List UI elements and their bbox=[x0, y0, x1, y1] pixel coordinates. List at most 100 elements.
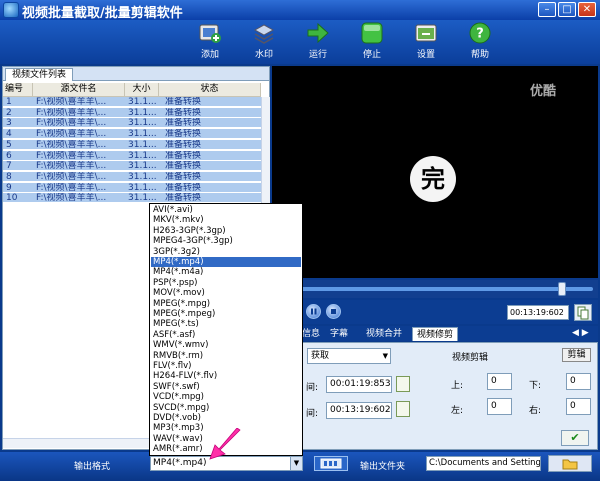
format-option[interactable]: MPEG(*.ts) bbox=[151, 319, 301, 329]
format-option[interactable]: MPEG4-3GP(*.3gp) bbox=[151, 236, 301, 246]
chevron-down-icon[interactable]: ▼ bbox=[290, 457, 302, 470]
cell-status: 准备转换 bbox=[165, 193, 202, 204]
output-folder-field[interactable]: C:\Documents and Setting bbox=[426, 456, 541, 471]
format-option[interactable]: PSP(*.psp) bbox=[151, 278, 301, 288]
format-option[interactable]: FLV(*.flv) bbox=[151, 361, 301, 371]
format-option[interactable]: MP4(*.m4a) bbox=[151, 267, 301, 277]
column-header-size[interactable]: 大小 bbox=[125, 83, 159, 97]
table-row[interactable]: 9 F:\视频\喜羊羊\... 31.1... 准备转换 bbox=[3, 182, 261, 193]
cell-status: 准备转换 bbox=[165, 139, 202, 150]
format-option[interactable]: MKV(*.mkv) bbox=[151, 215, 301, 225]
window-title: 视频批量截取/批量剪辑软件 bbox=[22, 6, 183, 21]
crop-button[interactable]: 剪辑 bbox=[562, 348, 591, 362]
crop-bottom-field[interactable]: 0 bbox=[566, 373, 591, 390]
add-film-icon bbox=[198, 22, 222, 44]
format-option[interactable]: 3GP(*.3g2) bbox=[151, 247, 301, 257]
mode-select[interactable]: 获取 ▼ bbox=[307, 348, 391, 364]
crop-top-field[interactable]: 0 bbox=[487, 373, 512, 390]
tab-video-trim[interactable]: 视频修剪 bbox=[412, 327, 459, 341]
format-option[interactable]: ASF(*.asf) bbox=[151, 330, 301, 340]
cell-number: 9 bbox=[6, 182, 12, 193]
chevron-down-icon: ▼ bbox=[382, 352, 388, 360]
settings-button[interactable]: 设置 bbox=[404, 20, 448, 64]
start-time-field[interactable]: 00:01:19:853 bbox=[326, 376, 392, 393]
help-icon: ? bbox=[468, 22, 492, 44]
tab-subtitle[interactable]: 字幕 bbox=[326, 327, 352, 341]
format-option[interactable]: MPEG(*.mpeg) bbox=[151, 309, 301, 319]
crop-right-field[interactable]: 0 bbox=[566, 398, 591, 415]
table-row[interactable]: 8 F:\视频\喜羊羊\... 31.1... 准备转换 bbox=[3, 171, 261, 182]
svg-text:?: ? bbox=[476, 27, 484, 42]
format-option[interactable]: DVD(*.vob) bbox=[151, 413, 301, 423]
cell-number: 4 bbox=[6, 129, 12, 140]
tab-scroll-arrows[interactable]: ◀ ▶ bbox=[572, 328, 589, 338]
cell-size: 31.1... bbox=[128, 161, 157, 172]
copy-time-button[interactable] bbox=[574, 304, 592, 321]
set-end-icon[interactable] bbox=[396, 401, 410, 417]
cell-number: 6 bbox=[6, 150, 12, 161]
crop-bottom-label: 下: bbox=[529, 381, 542, 391]
tab-video-file-list[interactable]: 视频文件列表 bbox=[5, 68, 74, 81]
output-folder-label: 输出文件夹 bbox=[360, 462, 406, 472]
cell-size: 31.1... bbox=[128, 139, 157, 150]
restore-button[interactable]: □ bbox=[558, 2, 576, 17]
close-button[interactable]: ✕ bbox=[578, 2, 596, 17]
cell-size: 31.1... bbox=[128, 129, 157, 140]
minimize-button[interactable]: – bbox=[538, 2, 556, 17]
browse-folder-button[interactable] bbox=[548, 455, 592, 472]
stop-button[interactable]: 停止 bbox=[350, 20, 394, 64]
current-time-field[interactable]: 00:13:19:602 bbox=[507, 305, 569, 320]
stop-playback-button[interactable] bbox=[326, 304, 341, 319]
format-option[interactable]: WMV(*.wmv) bbox=[151, 340, 301, 350]
annotation-arrow-icon bbox=[209, 428, 241, 460]
format-option[interactable]: VCD(*.mpg) bbox=[151, 392, 301, 402]
format-option[interactable]: H264-FLV(*.flv) bbox=[151, 371, 301, 381]
format-option[interactable]: MPEG(*.mpg) bbox=[151, 299, 301, 309]
format-option[interactable]: MP4(*.mp4) bbox=[151, 257, 301, 268]
confirm-button[interactable]: ✔ bbox=[561, 430, 589, 446]
format-option[interactable]: AVI(*.avi) bbox=[151, 205, 301, 215]
format-dropdown-list[interactable]: AVI(*.avi) MKV(*.mkv) H263-3GP(*.3gp) MPEG4… bbox=[149, 203, 303, 456]
help-button[interactable]: ? 帮助 bbox=[458, 20, 502, 64]
format-option[interactable]: SWF(*.swf) bbox=[151, 382, 301, 392]
table-row[interactable]: 7 F:\视频\喜羊羊\... 31.1... 准备转换 bbox=[3, 161, 261, 172]
table-row[interactable]: 3 F:\视频\喜羊羊\... 31.1... 准备转换 bbox=[3, 118, 261, 129]
cell-number: 8 bbox=[6, 171, 12, 182]
table-row[interactable]: 5 F:\视频\喜羊羊\... 31.1... 准备转换 bbox=[3, 139, 261, 150]
cell-status: 准备转换 bbox=[165, 182, 202, 193]
table-row[interactable]: 1 F:\视频\喜羊羊\... 31.1... 准备转换 bbox=[3, 97, 261, 107]
crop-section-title: 视频剪辑 bbox=[452, 353, 489, 363]
format-option[interactable]: MOV(*.mov) bbox=[151, 288, 301, 298]
crop-left-field[interactable]: 0 bbox=[487, 398, 512, 415]
watermark-button[interactable]: 水印 bbox=[242, 20, 286, 64]
cell-status: 准备转换 bbox=[165, 171, 202, 182]
tab-video-merge[interactable]: 视频合并 bbox=[362, 327, 406, 341]
end-time-field[interactable]: 00:13:19:602 bbox=[326, 402, 392, 419]
add-button[interactable]: 添加 bbox=[188, 20, 232, 64]
format-option[interactable]: H263-3GP(*.3gp) bbox=[151, 226, 301, 236]
run-button[interactable]: 运行 bbox=[296, 20, 340, 64]
table-row[interactable]: 4 F:\视频\喜羊羊\... 31.1... 准备转换 bbox=[3, 129, 261, 140]
seek-bar-thumb[interactable] bbox=[557, 282, 566, 296]
cell-source-file: F:\视频\喜羊羊\... bbox=[36, 139, 107, 150]
format-option[interactable]: RMVB(*.rm) bbox=[151, 351, 301, 361]
column-header-source[interactable]: 源文件名 bbox=[33, 83, 125, 97]
format-option[interactable]: SVCD(*.mpg) bbox=[151, 403, 301, 413]
cell-status: 准备转换 bbox=[165, 107, 202, 118]
pause-icon bbox=[311, 308, 317, 315]
column-header-status[interactable]: 状态 bbox=[159, 83, 261, 97]
pause-button[interactable] bbox=[306, 304, 321, 319]
cell-number: 5 bbox=[6, 139, 12, 150]
seek-bar-track[interactable] bbox=[278, 287, 593, 291]
cell-source-file: F:\视频\喜羊羊\... bbox=[36, 107, 107, 118]
table-row[interactable]: 10 F:\视频\喜羊羊\... 31.1... 准备转换 bbox=[3, 193, 261, 204]
column-header-number[interactable]: 编号 bbox=[3, 83, 33, 97]
table-row[interactable]: 2 F:\视频\喜羊羊\... 31.1... 准备转换 bbox=[3, 107, 261, 118]
table-row[interactable]: 6 F:\视频\喜羊羊\... 31.1... 准备转换 bbox=[3, 150, 261, 161]
cell-size: 31.1... bbox=[128, 107, 157, 118]
set-start-icon[interactable] bbox=[396, 376, 410, 392]
stop-icon bbox=[360, 22, 384, 44]
cell-status: 准备转换 bbox=[165, 161, 202, 172]
add-label: 添加 bbox=[200, 50, 219, 60]
cell-source-file: F:\视频\喜羊羊\... bbox=[36, 161, 107, 172]
